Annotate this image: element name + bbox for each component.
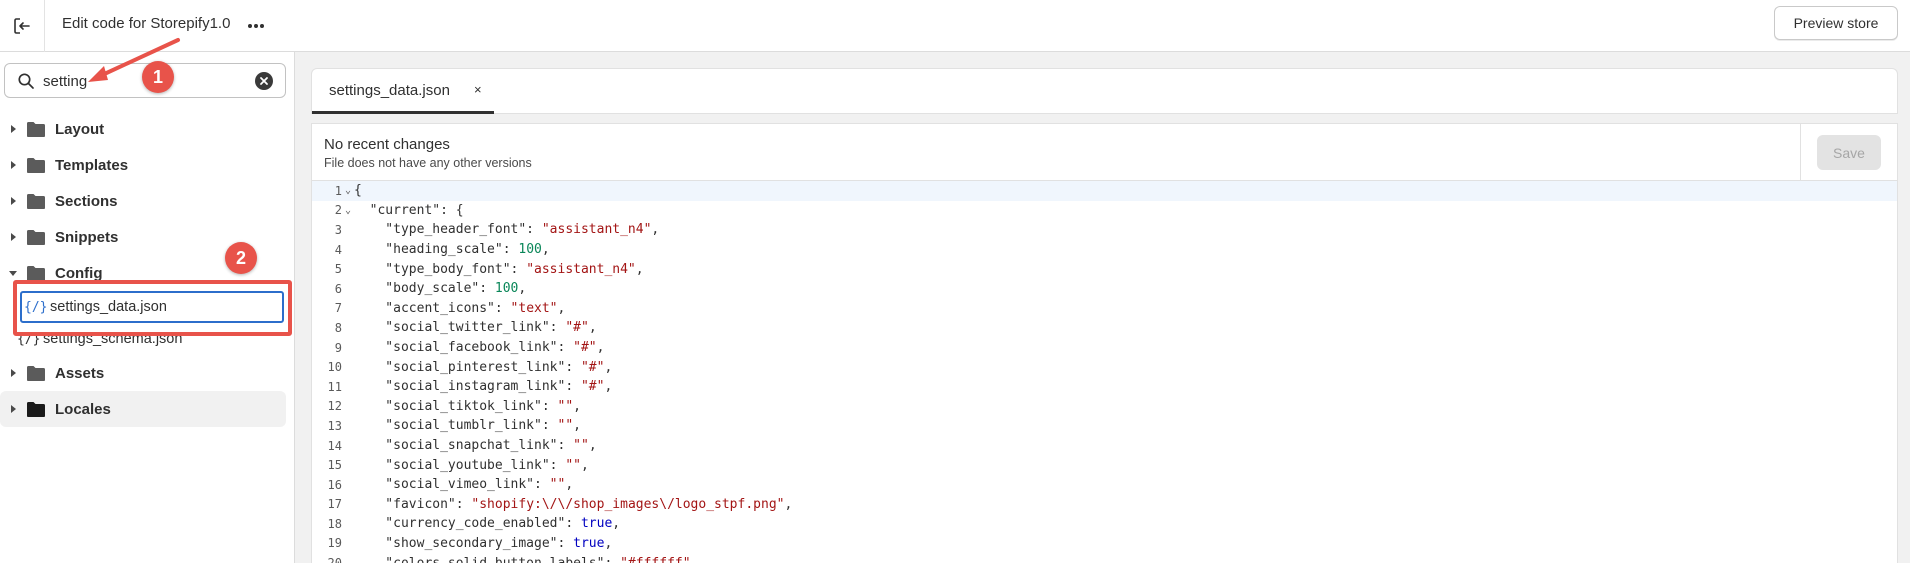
annotation-badge-2: 2 [225,242,257,274]
annotation-badge-1: 1 [142,61,174,93]
annotation-highlight-box [13,280,292,336]
